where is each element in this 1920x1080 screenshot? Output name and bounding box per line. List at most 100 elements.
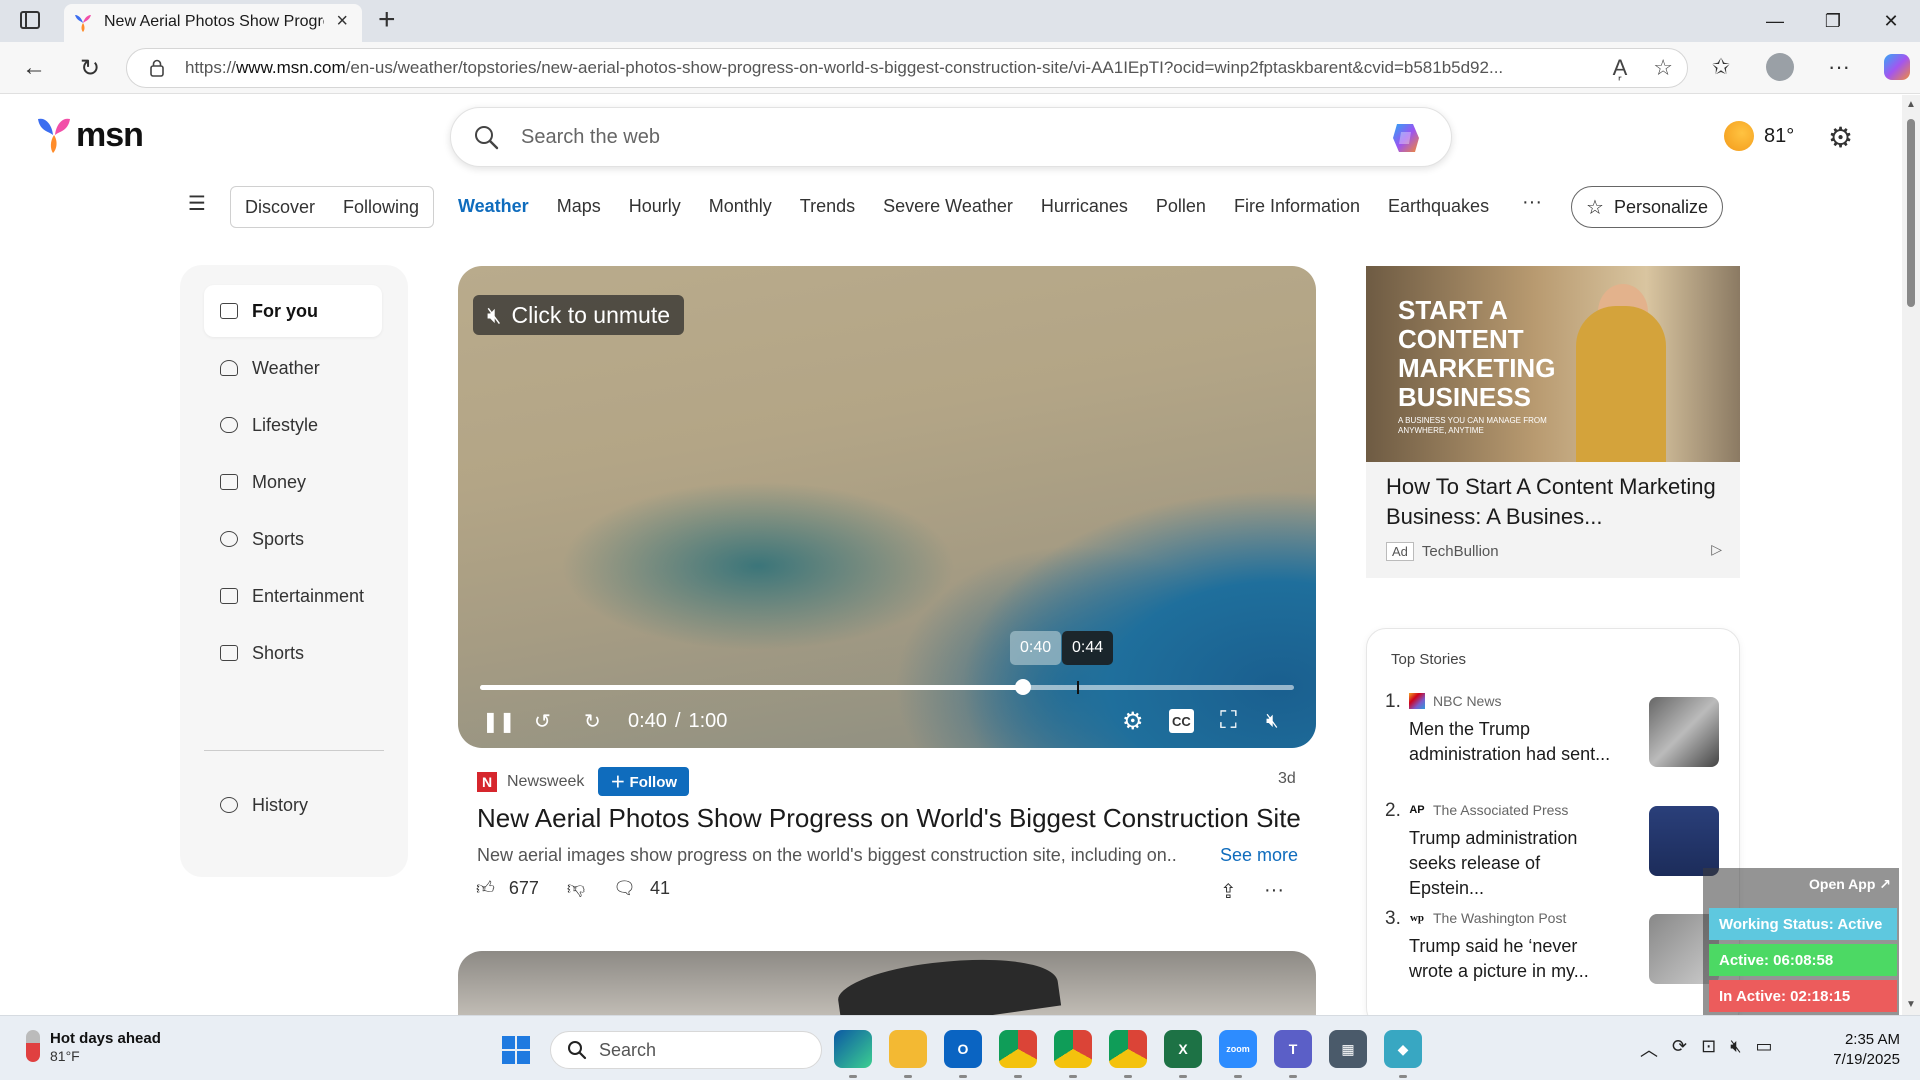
sponsored-ad-card[interactable]: START A CONTENT MARKETING BUSINESS A BUS…	[1366, 266, 1740, 578]
url-field[interactable]: https://www.msn.com/en-us/weather/topsto…	[126, 48, 1688, 88]
sidebar-item-for-you[interactable]: For you	[204, 285, 382, 337]
nav-hourly[interactable]: Hourly	[629, 196, 681, 217]
favorites-icon[interactable]: ✩	[1706, 50, 1736, 84]
share-icon[interactable]: ⇪	[1220, 879, 1237, 904]
story-item[interactable]: 1. NBC News Men the Trump administration…	[1385, 685, 1725, 775]
forward-10-icon[interactable]: ↻	[584, 704, 601, 738]
taskbar-search[interactable]: Search	[550, 1031, 822, 1069]
comment-icon[interactable]: 🗨︎	[613, 878, 636, 899]
seek-bar[interactable]	[480, 679, 1294, 695]
see-more-link[interactable]: See more	[1220, 845, 1298, 866]
new-tab-button[interactable]: +	[378, 3, 396, 37]
restore-icon[interactable]: ❐	[1804, 0, 1862, 42]
more-options-icon[interactable]: ···	[1264, 879, 1284, 902]
logo-text: msn	[76, 115, 144, 154]
tracker-app-icon[interactable]: ◆	[1384, 1030, 1422, 1078]
next-article-thumbnail[interactable]	[458, 951, 1316, 1015]
open-app-button[interactable]: Open App ↗	[1809, 876, 1891, 893]
chrome-profile-3-icon[interactable]	[1109, 1030, 1147, 1078]
mute-toggle-icon[interactable]: 🔇︎	[1266, 704, 1279, 738]
article-source[interactable]: Newsweek	[507, 773, 584, 791]
nav-pollen[interactable]: Pollen	[1156, 196, 1206, 217]
zoom-app-icon[interactable]: zoom	[1219, 1030, 1257, 1078]
close-tab-icon[interactable]: ×	[336, 10, 348, 33]
sidebar-item-sports[interactable]: Sports	[204, 513, 382, 565]
seek-bar-handle[interactable]	[1014, 679, 1031, 695]
sidebar-item-history[interactable]: History	[204, 779, 382, 831]
story-item[interactable]: 3. wp The Washington Post Trump said he …	[1385, 902, 1725, 992]
scroll-thumb[interactable]	[1907, 119, 1915, 307]
file-explorer-icon[interactable]	[889, 1030, 927, 1078]
nav-fire-information[interactable]: Fire Information	[1234, 196, 1360, 217]
video-player[interactable]: 🔇︎ Click to unmute 0:40 0:44 ❚❚ ↺ ↻ 0:40…	[458, 266, 1316, 748]
scroll-up-icon[interactable]: ▲	[1906, 99, 1916, 110]
sidebar-item-money[interactable]: Money	[204, 456, 382, 508]
story-item[interactable]: 2. AP The Associated Press Trump adminis…	[1385, 794, 1725, 898]
close-window-icon[interactable]: ✕	[1862, 0, 1920, 42]
sidebar-item-lifestyle[interactable]: Lifestyle	[204, 399, 382, 451]
refresh-icon[interactable]: ↻	[74, 52, 106, 84]
back-icon[interactable]: ←	[18, 52, 50, 84]
sidebar-item-shorts[interactable]: Shorts	[204, 627, 382, 679]
taskbar-weather-title: Hot days ahead	[50, 1030, 161, 1047]
network-icon[interactable]: ⊡	[1701, 1036, 1716, 1062]
minimize-icon[interactable]: —	[1746, 0, 1804, 42]
page-scrollbar[interactable]: ▲ ▼	[1902, 95, 1920, 1015]
scroll-down-icon[interactable]: ▼	[1906, 999, 1916, 1010]
menu-hamburger-icon[interactable]: ☰	[188, 191, 206, 216]
web-search-box[interactable]	[450, 107, 1452, 167]
nav-severe-weather[interactable]: Severe Weather	[883, 196, 1013, 217]
thumbs-up-icon[interactable]: 👍︎	[476, 877, 495, 899]
edge-app-icon[interactable]	[834, 1030, 872, 1078]
unmute-button[interactable]: 🔇︎ Click to unmute	[473, 295, 685, 335]
calculator-app-icon[interactable]: ▦	[1329, 1030, 1367, 1068]
closed-captions-icon[interactable]: CC	[1169, 709, 1194, 733]
search-input[interactable]	[521, 122, 1321, 152]
copilot-icon[interactable]	[1884, 54, 1910, 80]
volume-muted-icon[interactable]: 🔇︎	[1730, 1036, 1741, 1062]
chrome-app-icon[interactable]	[999, 1030, 1037, 1078]
following-tab[interactable]: Following	[343, 197, 419, 218]
video-settings-icon[interactable]: ⚙	[1122, 704, 1144, 738]
nav-maps[interactable]: Maps	[557, 196, 601, 217]
nav-earthquakes[interactable]: Earthquakes	[1388, 196, 1489, 217]
rewind-10-icon[interactable]: ↺	[534, 704, 551, 738]
lock-icon[interactable]	[149, 59, 165, 77]
teams-app-icon[interactable]: T	[1274, 1030, 1312, 1078]
show-hidden-icons-chevron-icon[interactable]: ︿	[1640, 1036, 1658, 1062]
discover-tab[interactable]: Discover	[245, 197, 315, 218]
settings-more-icon[interactable]: ···	[1824, 50, 1854, 84]
follow-button[interactable]: ＋ Follow	[598, 767, 690, 796]
sync-icon[interactable]: ⟳	[1672, 1036, 1687, 1062]
nav-weather[interactable]: Weather	[458, 196, 529, 217]
copilot-logo-icon[interactable]	[1389, 122, 1423, 154]
nav-trends[interactable]: Trends	[800, 196, 855, 217]
nav-more-icon[interactable]: ···	[1522, 191, 1542, 214]
sidebar-item-entertainment[interactable]: Entertainment	[204, 570, 382, 622]
tab-actions-icon[interactable]	[20, 11, 40, 29]
nav-hurricanes[interactable]: Hurricanes	[1041, 196, 1128, 217]
nav-monthly[interactable]: Monthly	[709, 196, 772, 217]
favorite-star-icon[interactable]: ☆	[1653, 55, 1673, 81]
taskbar-clock[interactable]: 2:35 AM 7/19/2025	[1820, 1030, 1900, 1070]
outlook-app-icon[interactable]: O	[944, 1030, 982, 1078]
article-headline[interactable]: New Aerial Photos Show Progress on World…	[477, 803, 1301, 834]
ad-choices-icon[interactable]: ▷	[1711, 541, 1722, 558]
excel-app-icon[interactable]: X	[1164, 1030, 1202, 1078]
profile-avatar[interactable]	[1766, 53, 1794, 81]
sidebar-item-weather[interactable]: Weather	[204, 342, 382, 394]
header-weather[interactable]: 81°	[1724, 121, 1794, 151]
start-button[interactable]	[502, 1036, 530, 1064]
thumbs-down-icon[interactable]: 👎︎	[567, 877, 585, 899]
pause-icon[interactable]: ❚❚	[482, 704, 516, 738]
chrome-profile-2-icon[interactable]	[1054, 1030, 1092, 1078]
msn-logo[interactable]: msn	[34, 115, 144, 155]
ad-title[interactable]: How To Start A Content Marketing Busines…	[1386, 472, 1726, 532]
personalize-button[interactable]: ☆ Personalize	[1571, 186, 1723, 228]
taskbar-weather-widget[interactable]: Hot days ahead 81°F	[26, 1030, 161, 1064]
page-settings-icon[interactable]: ⚙	[1828, 121, 1853, 154]
fullscreen-icon[interactable]: ⛶	[1220, 704, 1237, 738]
read-aloud-icon[interactable]: A᷊	[1613, 55, 1628, 81]
battery-icon[interactable]: ▭	[1756, 1036, 1773, 1062]
browser-tab-active[interactable]: New Aerial Photos Show Progress on World…	[64, 4, 362, 42]
